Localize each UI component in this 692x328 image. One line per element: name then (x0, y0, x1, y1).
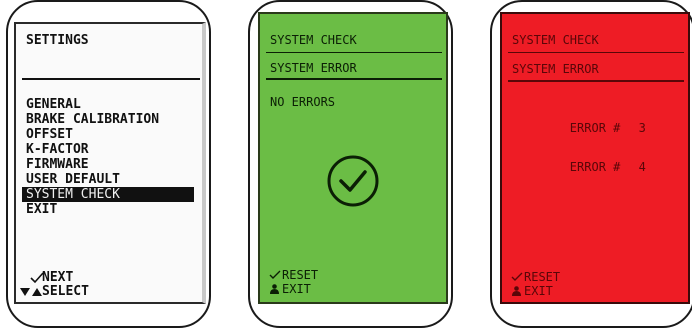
title-divider (266, 52, 442, 53)
screen-title: SETTINGS (26, 33, 89, 48)
screen-subtitle: SYSTEM ERROR (512, 62, 599, 76)
check-icon (269, 270, 281, 279)
menu-item-user-default[interactable]: USER DEFAULT (26, 172, 194, 187)
system-error-screen: SYSTEM CHECK SYSTEM ERROR ERROR # 3 ERROR… (500, 12, 690, 304)
check-icon (511, 272, 523, 281)
subtitle-divider (508, 80, 684, 82)
title-divider (22, 78, 200, 80)
exit-hint[interactable]: EXIT (282, 282, 311, 296)
settings-menu: GENERAL BRAKE CALIBRATION OFFSET K-FACTO… (22, 97, 194, 217)
error-list: ERROR # 3 ERROR # 4 (512, 109, 646, 187)
device-system-ok: SYSTEM CHECK SYSTEM ERROR NO ERRORS RESE… (248, 0, 453, 328)
screen-title: SYSTEM CHECK (270, 33, 357, 47)
menu-item-firmware[interactable]: FIRMWARE (26, 157, 194, 172)
system-ok-screen: SYSTEM CHECK SYSTEM ERROR NO ERRORS RESE… (258, 12, 448, 304)
error-number: 4 (638, 160, 646, 174)
up-down-triangles-icon (20, 288, 42, 296)
menu-item-k-factor[interactable]: K-FACTOR (26, 142, 194, 157)
menu-item-system-check[interactable]: SYSTEM CHECK (22, 187, 194, 202)
screen-subtitle: SYSTEM ERROR (270, 61, 357, 75)
person-icon (512, 286, 521, 296)
screen-title: SYSTEM CHECK (512, 33, 599, 47)
device-settings: SETTINGS GENERAL BRAKE CALIBRATION OFFSE… (6, 0, 211, 328)
reset-hint[interactable]: RESET (524, 270, 560, 284)
error-label: ERROR # (569, 160, 621, 174)
check-circle-icon (327, 155, 379, 207)
select-hint: SELECT (42, 284, 89, 299)
menu-item-general[interactable]: GENERAL (26, 97, 194, 112)
menu-item-offset[interactable]: OFFSET (26, 127, 194, 142)
error-row: ERROR # 3 (512, 109, 646, 148)
error-label: ERROR # (569, 121, 621, 135)
device-system-error: SYSTEM CHECK SYSTEM ERROR ERROR # 3 ERROR… (490, 0, 692, 328)
subtitle-divider (266, 78, 442, 80)
error-row: ERROR # 4 (512, 148, 646, 187)
person-icon (270, 284, 279, 294)
error-number: 3 (638, 121, 646, 135)
reset-hint[interactable]: RESET (282, 268, 318, 282)
menu-item-exit[interactable]: EXIT (26, 202, 194, 217)
settings-screen: SETTINGS GENERAL BRAKE CALIBRATION OFFSE… (14, 22, 206, 304)
next-hint: NEXT (42, 270, 74, 285)
status-text: NO ERRORS (270, 95, 336, 109)
title-divider (508, 52, 684, 53)
exit-hint[interactable]: EXIT (524, 284, 553, 298)
menu-item-brake-calibration[interactable]: BRAKE CALIBRATION (26, 112, 194, 127)
